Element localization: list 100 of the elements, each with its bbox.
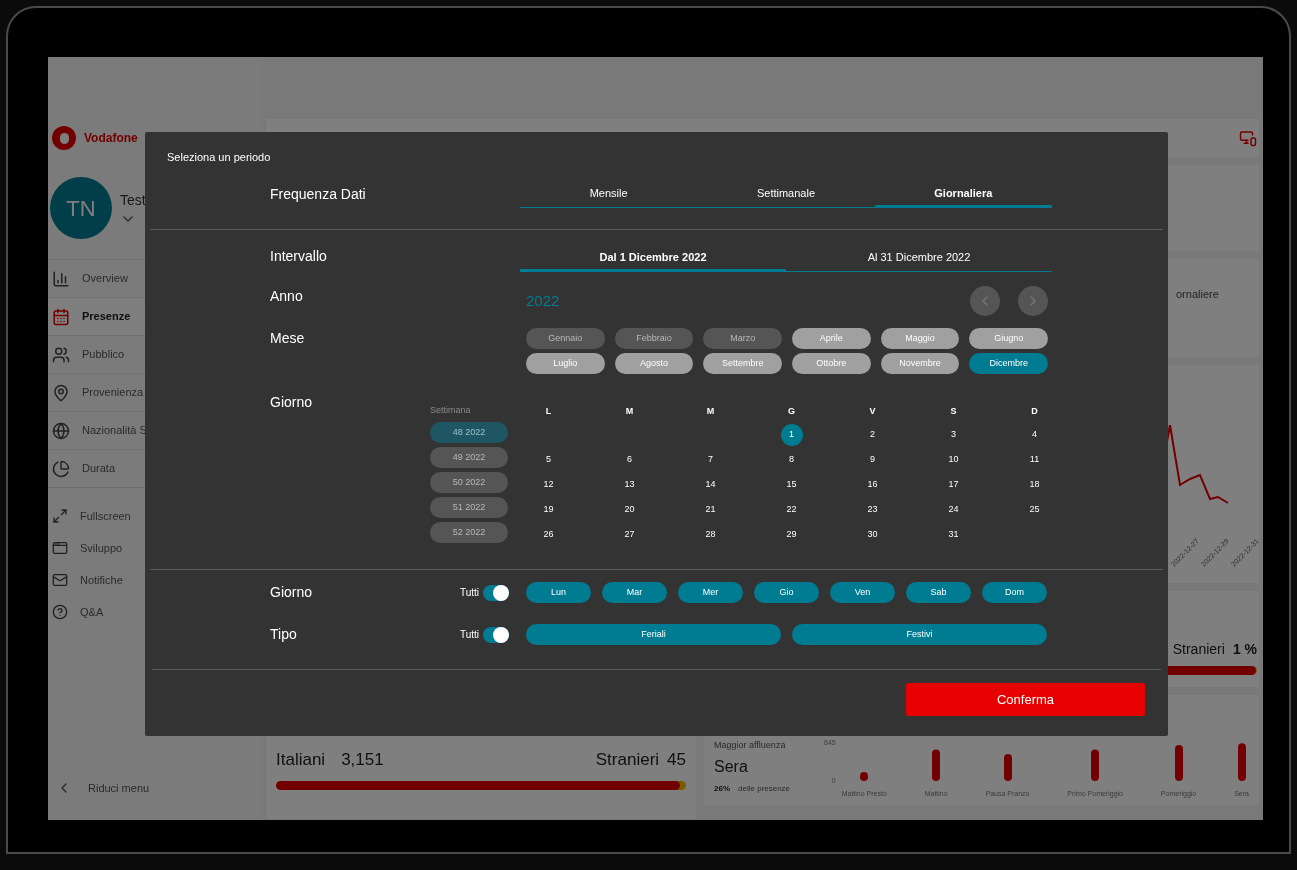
weekday-header: M xyxy=(705,405,716,419)
logo-icon xyxy=(52,126,76,150)
filter-pill[interactable]: Lun xyxy=(526,582,591,603)
day-cell[interactable]: 6 xyxy=(618,448,641,471)
day-cell[interactable]: 3 xyxy=(942,423,965,446)
calendar-icon xyxy=(52,307,70,326)
filter-pill[interactable]: Mer xyxy=(678,582,743,603)
bar-chart-icon xyxy=(52,269,70,288)
filter-pill[interactable]: Ven xyxy=(830,582,895,603)
week-pill[interactable]: 50 2022 xyxy=(430,472,508,493)
day-cell[interactable]: 24 xyxy=(942,498,965,521)
toggle-switch[interactable] xyxy=(483,584,510,601)
day-cell[interactable]: 29 xyxy=(780,523,803,546)
day-cell[interactable]: 20 xyxy=(618,498,641,521)
row-label: Intervallo xyxy=(270,247,328,266)
row-label: Anno xyxy=(270,287,304,306)
row-label: Giorno xyxy=(270,583,314,602)
day-cell[interactable]: 21 xyxy=(699,498,722,521)
day-cell[interactable]: 13 xyxy=(618,473,641,496)
day-cell[interactable]: 15 xyxy=(780,473,803,496)
day-cell[interactable]: 5 xyxy=(537,448,560,471)
toggle-label: Tutti xyxy=(460,628,480,642)
filter-pill[interactable]: Festivi xyxy=(792,624,1047,645)
weekday-header: V xyxy=(868,405,877,419)
day-cell[interactable]: 19 xyxy=(537,498,560,521)
brand-name: Vodafone xyxy=(84,130,138,147)
day-cell[interactable]: 14 xyxy=(699,473,722,496)
filter-pill[interactable]: Gio xyxy=(754,582,819,603)
devices-icon xyxy=(1239,129,1257,147)
day-cell[interactable]: 1 xyxy=(780,423,803,446)
row-label: Tipo xyxy=(270,625,298,644)
toggle-switch[interactable] xyxy=(483,626,510,643)
tab[interactable]: Al 31 Dicembre 2022 xyxy=(786,246,1052,272)
week-header: Settimana xyxy=(430,404,472,417)
confirm-button[interactable]: Conferma xyxy=(906,683,1145,716)
affluence-value: Sera xyxy=(714,756,749,777)
day-cell[interactable]: 28 xyxy=(699,523,722,546)
affluence-caption: Maggior affluenza xyxy=(714,739,787,752)
week-pill[interactable]: 49 2022 xyxy=(430,447,508,468)
toggle-label: Tutti xyxy=(460,586,480,600)
month-pill[interactable]: Dicembre xyxy=(969,353,1048,374)
day-cell[interactable]: 18 xyxy=(1023,473,1046,496)
day-cell[interactable]: 22 xyxy=(780,498,803,521)
window-icon xyxy=(52,540,68,556)
row-label: Mese xyxy=(270,329,306,348)
week-pill[interactable]: 51 2022 xyxy=(430,497,508,518)
expand-icon xyxy=(52,508,68,524)
day-cell[interactable]: 23 xyxy=(861,498,884,521)
italians-label: Italiani xyxy=(276,749,326,771)
foreigners-label: Stranieri xyxy=(595,749,660,771)
percent-value: 26% xyxy=(714,782,730,795)
day-cell[interactable]: 16 xyxy=(861,473,884,496)
bar xyxy=(932,749,941,781)
weekday-header: D xyxy=(1030,405,1039,419)
tab[interactable]: Mensile xyxy=(520,182,698,208)
bar xyxy=(1174,745,1183,781)
bar xyxy=(1237,743,1246,781)
year-value: 2022 xyxy=(526,290,560,311)
day-cell[interactable]: 30 xyxy=(861,523,884,546)
filter-pill[interactable]: Feriali xyxy=(526,624,781,645)
tab[interactable]: Settimanale xyxy=(697,182,875,208)
weekday-header: M xyxy=(624,405,635,419)
mail-icon xyxy=(52,572,68,588)
globe-icon xyxy=(52,421,70,440)
bar xyxy=(1003,754,1012,781)
card-title: ornaliere xyxy=(1176,288,1219,300)
day-cell[interactable]: 25 xyxy=(1023,498,1046,521)
day-cell[interactable]: 4 xyxy=(1023,423,1046,446)
help-icon xyxy=(52,604,68,620)
filter-pill[interactable]: Sab xyxy=(906,582,971,603)
day-cell[interactable]: 2 xyxy=(861,423,884,446)
day-cell[interactable]: 27 xyxy=(618,523,641,546)
day-cell[interactable]: 17 xyxy=(942,473,965,496)
people-icon xyxy=(52,345,70,364)
percent-label: delle presenze xyxy=(738,782,791,795)
filter-pill[interactable]: Dom xyxy=(982,582,1047,603)
day-cell[interactable]: 8 xyxy=(780,448,803,471)
pie-icon xyxy=(52,459,70,478)
weekday-header: G xyxy=(787,405,796,419)
filter-pill[interactable]: Mar xyxy=(602,582,667,603)
day-cell[interactable]: 10 xyxy=(942,448,965,471)
day-cell[interactable]: 31 xyxy=(942,523,965,546)
tab[interactable]: Dal 1 Dicembre 2022 xyxy=(520,246,786,272)
day-cell[interactable]: 12 xyxy=(537,473,560,496)
foreigners-value: 45 xyxy=(667,749,686,771)
week-pill[interactable]: 48 2022 xyxy=(430,422,508,443)
day-cell[interactable]: 7 xyxy=(699,448,722,471)
bar xyxy=(1091,749,1100,781)
day-cell[interactable]: 9 xyxy=(861,448,884,471)
day-cell[interactable]: 11 xyxy=(1023,448,1046,471)
tab[interactable]: Giornaliera xyxy=(874,182,1052,208)
italians-value: 3,151 xyxy=(341,749,384,771)
foreign-value: 1 % xyxy=(1232,640,1257,659)
map-pin-icon xyxy=(52,383,70,402)
week-pill[interactable]: 52 2022 xyxy=(430,522,508,543)
collapse-menu-button[interactable]: Riduci menu xyxy=(48,776,262,800)
weekday-header: L xyxy=(544,405,553,419)
weekday-header: S xyxy=(949,405,958,419)
day-cell[interactable]: 26 xyxy=(537,523,560,546)
row-label: Giorno xyxy=(270,393,314,412)
